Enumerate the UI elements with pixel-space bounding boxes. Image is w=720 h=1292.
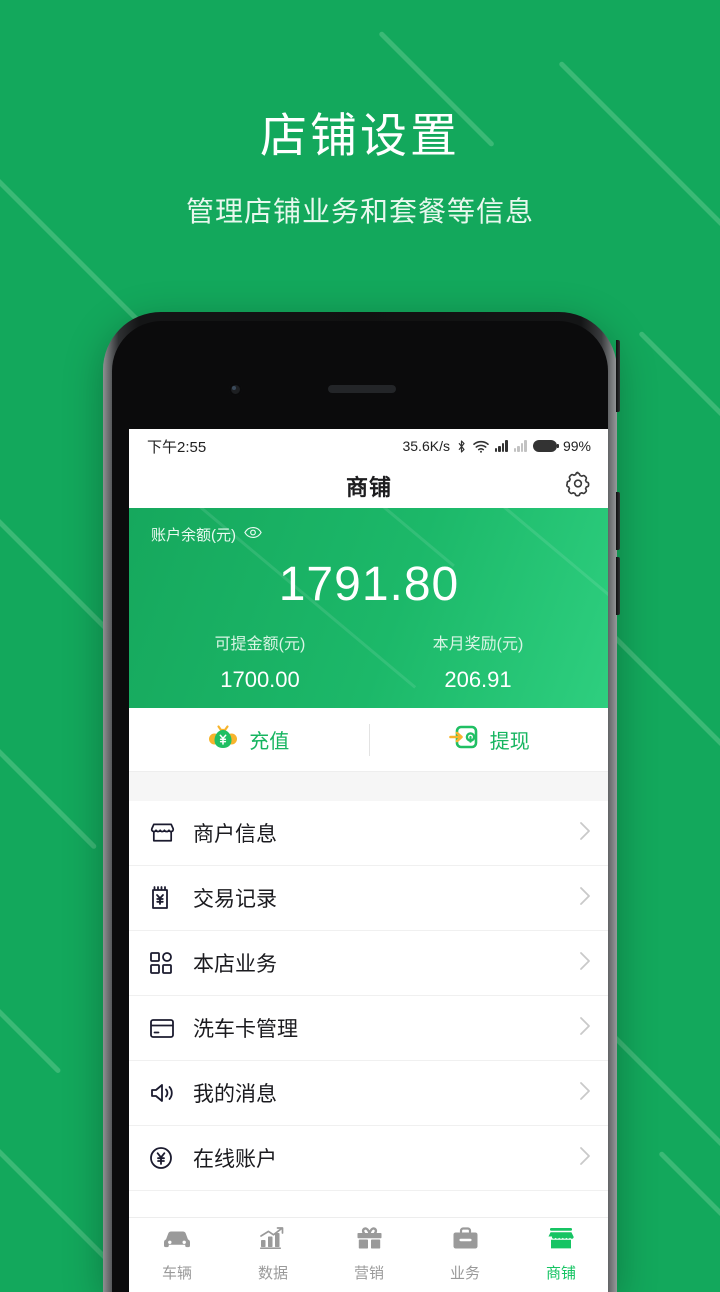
background-stripe <box>658 1150 720 1280</box>
monthly-reward-label: 本月奖励(元) <box>432 636 524 653</box>
grid-icon <box>149 951 183 975</box>
network-speed: 35.6K/s <box>402 438 450 454</box>
menu-item-merchant-info[interactable]: 商户信息 <box>129 801 608 866</box>
chart-icon <box>259 1227 287 1255</box>
wifi-icon <box>473 440 489 453</box>
menu-item-label: 我的消息 <box>193 1083 277 1106</box>
app-bar-title: 商铺 <box>345 474 392 500</box>
withdrawable-column: 可提金额(元) 1700.00 <box>151 630 369 693</box>
tab-vehicles[interactable]: 车辆 <box>129 1228 225 1283</box>
balance-card: 账户余额(元) 1791.80 可提金额(元) 1700.00 本月奖励(元) … <box>129 508 608 708</box>
battery-percent: 99% <box>562 438 591 454</box>
card-icon <box>149 1018 183 1039</box>
shop-icon <box>149 821 183 845</box>
menu-item-label: 本店业务 <box>193 953 277 976</box>
menu-item-online-account[interactable]: 在线账户 <box>129 1126 608 1191</box>
tab-data[interactable]: 数据 <box>225 1227 321 1283</box>
settings-menu-list: 商户信息 交易记录 本店业务 洗车卡管理 我的消息 在线账户 <box>129 801 608 1217</box>
phone-volume-down-button <box>616 557 620 615</box>
tab-marketing[interactable]: 营销 <box>321 1227 417 1283</box>
menu-item-transaction-records[interactable]: 交易记录 <box>129 866 608 931</box>
app-bar: 商铺 <box>129 463 608 508</box>
signal-bars-icon <box>494 440 508 452</box>
monthly-reward-value: 206.91 <box>444 667 512 692</box>
phone-screen: 下午2:55 35.6K/s 99% 商铺 账户余额(元) 1791.80 可提… <box>129 429 608 1292</box>
withdraw-label: 提现 <box>489 731 530 753</box>
menu-item-label: 在线账户 <box>193 1148 277 1171</box>
phone-mockup: 下午2:55 35.6K/s 99% 商铺 账户余额(元) 1791.80 可提… <box>103 312 620 1292</box>
menu-item-label: 洗车卡管理 <box>193 1018 298 1041</box>
chevron-right-icon <box>579 951 591 976</box>
gear-icon[interactable] <box>565 470 591 501</box>
wallet-withdraw-icon <box>448 724 479 755</box>
briefcase-icon <box>452 1227 479 1255</box>
phone-power-button <box>616 340 620 412</box>
withdrawable-value: 1700.00 <box>220 667 300 692</box>
page-title: 店铺设置 <box>260 109 460 162</box>
tab-label: 车辆 <box>161 1264 192 1282</box>
chevron-right-icon <box>579 1016 591 1041</box>
signal-bars-off-icon <box>513 440 527 452</box>
recharge-button[interactable]: 充值 <box>129 723 369 756</box>
page-subtitle: 管理店铺业务和套餐等信息 <box>185 196 534 228</box>
balance-amount: 1791.80 <box>278 558 460 611</box>
background-stripe <box>0 690 98 850</box>
background-stripe <box>638 330 720 519</box>
menu-item-label: 交易记录 <box>193 888 277 911</box>
tab-business[interactable]: 业务 <box>417 1227 513 1283</box>
withdrawable-label: 可提金额(元) <box>214 636 306 653</box>
earpiece-speaker <box>328 385 396 393</box>
recharge-label: 充值 <box>249 731 290 753</box>
bluetooth-icon <box>456 439 467 454</box>
speaker-icon <box>149 1081 183 1105</box>
section-spacer <box>129 771 608 801</box>
money-bag-icon <box>208 723 238 756</box>
menu-item-wash-card-management[interactable]: 洗车卡管理 <box>129 996 608 1061</box>
phone-bezel: 下午2:55 35.6K/s 99% 商铺 账户余额(元) 1791.80 可提… <box>112 321 608 1292</box>
withdraw-button[interactable]: 提现 <box>370 724 609 755</box>
status-bar: 下午2:55 35.6K/s 99% <box>129 429 608 463</box>
receipt-yuan-icon <box>149 885 183 911</box>
phone-volume-up-button <box>616 492 620 550</box>
chevron-right-icon <box>579 886 591 911</box>
yuan-circle-icon <box>149 1146 183 1170</box>
quick-action-row: 充值 提现 <box>129 708 608 771</box>
menu-item-label: 商户信息 <box>193 823 277 846</box>
status-time: 下午2:55 <box>147 438 207 456</box>
menu-item-my-messages[interactable]: 我的消息 <box>129 1061 608 1126</box>
background-stripe <box>0 900 62 1074</box>
car-icon <box>162 1228 192 1255</box>
monthly-reward-column: 本月奖励(元) 206.91 <box>369 630 587 693</box>
chevron-right-icon <box>579 1146 591 1171</box>
bottom-tab-bar: 车辆 数据 营销 业务 商铺 <box>129 1217 608 1292</box>
chevron-right-icon <box>579 1081 591 1106</box>
eye-icon[interactable] <box>244 526 262 543</box>
promo-header: 店铺设置 管理店铺业务和套餐等信息 <box>0 0 720 230</box>
balance-label: 账户余额(元) <box>151 527 236 544</box>
battery-icon <box>532 440 560 452</box>
shop-icon <box>547 1227 575 1255</box>
menu-item-store-business[interactable]: 本店业务 <box>129 931 608 996</box>
background-stripe <box>0 1120 114 1266</box>
gift-icon <box>356 1227 383 1255</box>
tab-shop[interactable]: 商铺 <box>513 1227 608 1283</box>
chevron-right-icon <box>579 821 591 846</box>
front-camera-icon <box>229 383 242 396</box>
